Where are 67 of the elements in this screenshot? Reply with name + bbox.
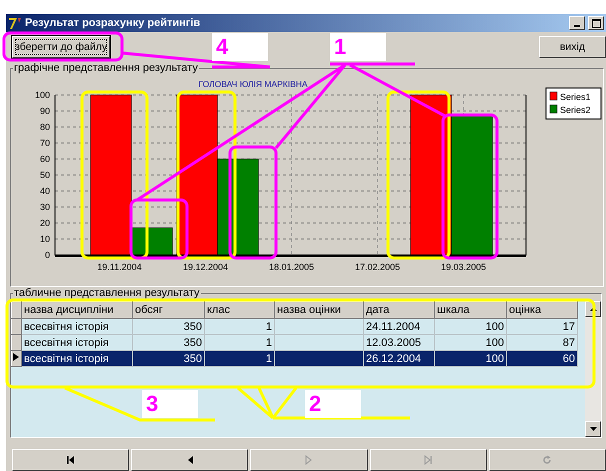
table-cell: всесвітня історія bbox=[22, 350, 132, 366]
table-cell: 1 bbox=[204, 350, 274, 366]
save-button[interactable]: зберегти до файлу bbox=[12, 36, 110, 58]
table-cell: 87 bbox=[506, 334, 578, 350]
scroll-down-icon bbox=[590, 427, 596, 431]
maximize-icon bbox=[592, 18, 600, 28]
table-cell: 60 bbox=[506, 350, 578, 366]
x-tick-label: 19.11.2004 bbox=[97, 262, 142, 272]
y-tick-label: 40 bbox=[40, 186, 50, 196]
app-logo-icon bbox=[8, 16, 22, 30]
column-header[interactable]: назва оцінки bbox=[274, 302, 364, 318]
y-tick-label: 90 bbox=[40, 106, 50, 116]
table-cell: 100 bbox=[434, 350, 506, 366]
table-cell: 26.12.2004 bbox=[364, 350, 434, 366]
column-header[interactable]: оцінка bbox=[506, 302, 578, 318]
y-tick-label: 50 bbox=[40, 170, 50, 180]
exit-button[interactable]: вихід bbox=[538, 36, 606, 58]
y-tick-label: 20 bbox=[40, 218, 50, 228]
navigator-button[interactable] bbox=[131, 449, 248, 471]
x-tick-label: 19.03.2005 bbox=[440, 262, 486, 272]
column-header[interactable]: обсяг bbox=[132, 302, 204, 318]
annotation-number: 4 bbox=[212, 33, 268, 61]
legend-swatch bbox=[550, 104, 558, 114]
table-cell: 1 bbox=[204, 318, 274, 334]
y-tick-label: 70 bbox=[40, 138, 50, 148]
row-indicator[interactable] bbox=[12, 350, 22, 366]
column-header[interactable]: назва дисципліни bbox=[22, 302, 132, 318]
y-tick-label: 0 bbox=[44, 250, 50, 260]
x-tick-label: 19.12.2004 bbox=[182, 262, 228, 272]
panel-caption: графічне представлення результату bbox=[13, 62, 199, 74]
scroll-up-icon bbox=[590, 307, 596, 311]
column-header[interactable]: клас bbox=[204, 302, 274, 318]
table-cell: 12.03.2005 bbox=[364, 334, 434, 350]
minimize-button[interactable] bbox=[569, 16, 585, 30]
chart-title: ГОЛОВАЧ ЮЛІЯ МАРКІВНА bbox=[198, 79, 308, 89]
y-tick-label: 60 bbox=[40, 154, 50, 164]
triangle-right-icon bbox=[12, 352, 20, 362]
x-tick-label: 17.02.2005 bbox=[354, 262, 400, 272]
annotation-number: 1 bbox=[330, 33, 386, 61]
legend-label: Series1 bbox=[560, 92, 591, 102]
y-tick-label: 30 bbox=[40, 202, 50, 212]
y-tick-label: 100 bbox=[34, 90, 50, 100]
table-cell: 350 bbox=[132, 350, 204, 366]
table-cell: всесвітня історія bbox=[22, 334, 132, 350]
legend-background bbox=[546, 88, 602, 120]
table-cell: 100 bbox=[434, 318, 506, 334]
table-cell: 17 bbox=[506, 318, 578, 334]
column-header[interactable]: шкала bbox=[434, 302, 506, 318]
table-cell: 350 bbox=[132, 334, 204, 350]
table-cell: 350 bbox=[132, 318, 204, 334]
legend-swatch bbox=[550, 92, 558, 100]
table-cell: 24.11.2004 bbox=[364, 318, 434, 334]
y-tick-label: 10 bbox=[40, 234, 50, 244]
maximize-button[interactable] bbox=[588, 16, 604, 30]
column-header[interactable]: дата bbox=[364, 302, 434, 318]
navigator-button[interactable] bbox=[12, 449, 130, 471]
legend-label: Series2 bbox=[560, 105, 591, 115]
annotation-number: 3 bbox=[142, 390, 198, 418]
y-tick-label: 80 bbox=[40, 122, 50, 132]
table-cell: всесвітня історія bbox=[22, 318, 132, 334]
x-tick-label: 18.01.2005 bbox=[268, 262, 314, 272]
annotation-number: 2 bbox=[305, 390, 361, 418]
table-cell: 1 bbox=[204, 334, 274, 350]
table-cell: 100 bbox=[434, 334, 506, 350]
grid-corner bbox=[12, 302, 22, 318]
window-title: Результат розрахунку рейтингів bbox=[25, 17, 202, 29]
panel-caption: табличне представлення результату bbox=[13, 287, 200, 299]
